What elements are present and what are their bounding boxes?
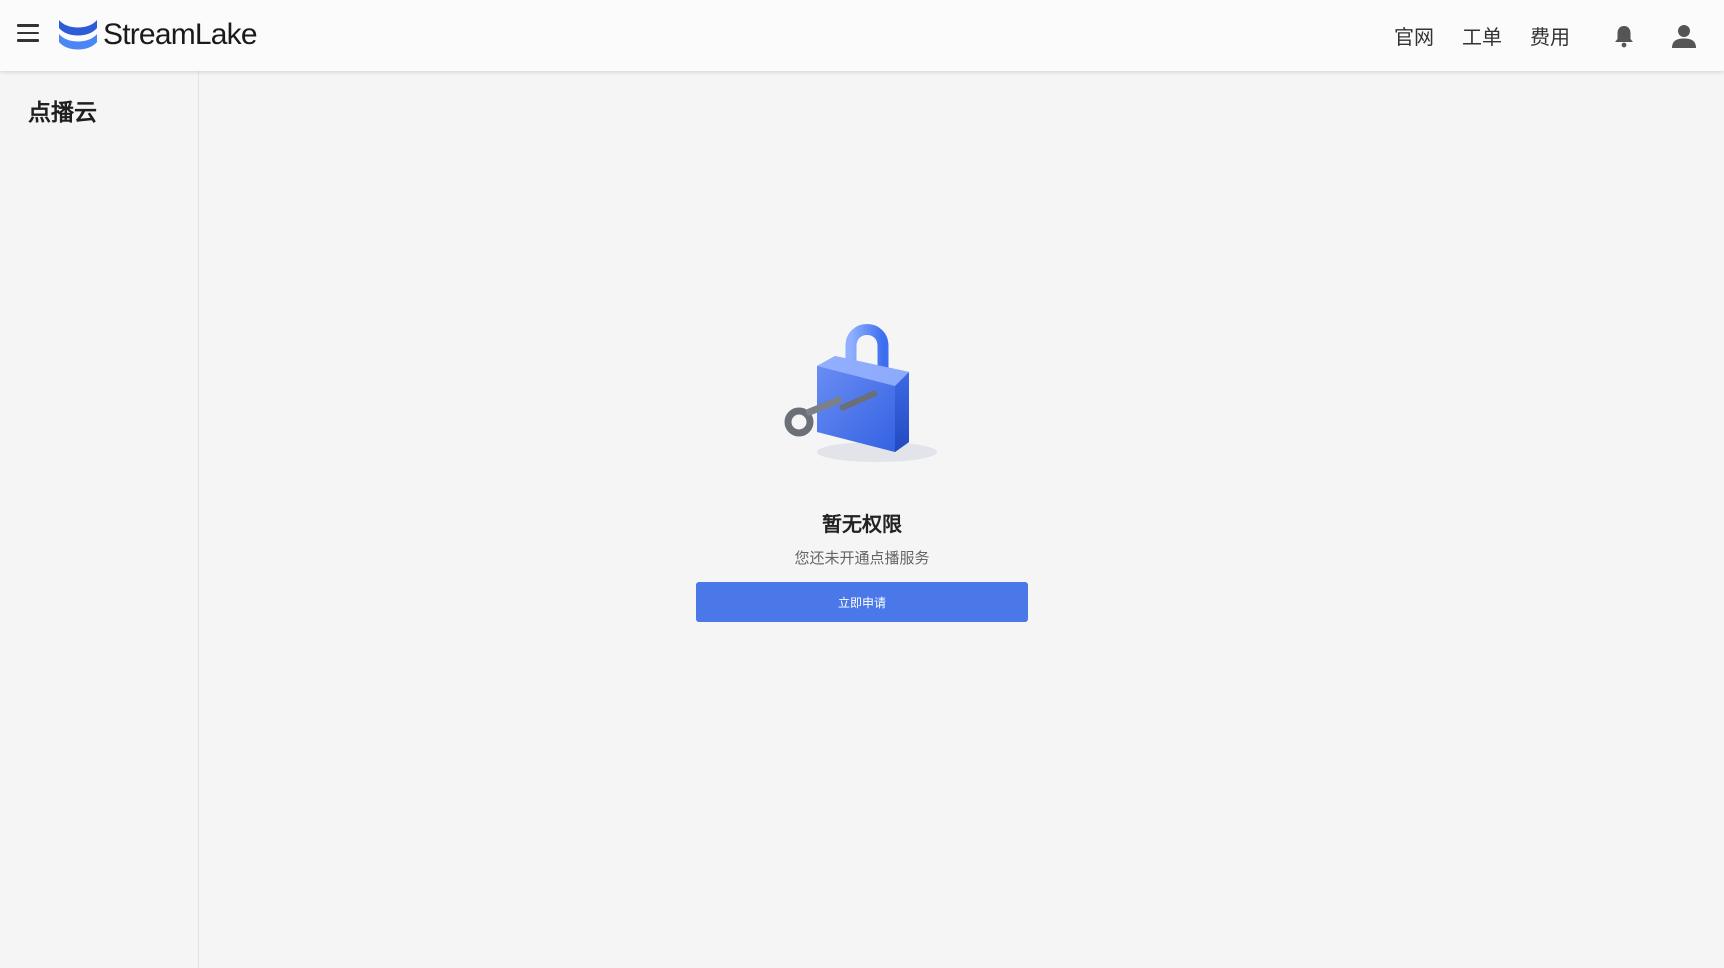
brand-name: StreamLake xyxy=(103,18,258,51)
nav-official-site-link[interactable]: 官网 xyxy=(1394,21,1434,50)
top-bar: StreamLake 官网 工单 费用 xyxy=(0,0,1724,71)
no-permission-panel: 暂无权限 您还未开通点播服务 立即申请 xyxy=(696,306,1028,622)
brand-logo[interactable]: StreamLake xyxy=(57,14,258,56)
empty-state-title: 暂无权限 xyxy=(822,512,902,536)
main-content: 暂无权限 您还未开通点播服务 立即申请 xyxy=(200,71,1724,968)
top-nav: 官网 工单 费用 xyxy=(1394,0,1724,71)
empty-state-description: 您还未开通点播服务 xyxy=(794,549,930,567)
sidebar-title: 点播云 xyxy=(28,100,97,126)
apply-now-button[interactable]: 立即申请 xyxy=(696,582,1028,622)
nav-tickets-link[interactable]: 工单 xyxy=(1462,21,1502,50)
menu-icon[interactable] xyxy=(14,22,42,46)
user-icon[interactable] xyxy=(1670,22,1698,50)
sidebar: 点播云 xyxy=(0,71,199,968)
streamlake-logo-icon xyxy=(59,20,97,50)
lock-illustration xyxy=(784,324,937,462)
nav-billing-link[interactable]: 费用 xyxy=(1530,21,1570,50)
bell-icon[interactable] xyxy=(1610,22,1638,50)
